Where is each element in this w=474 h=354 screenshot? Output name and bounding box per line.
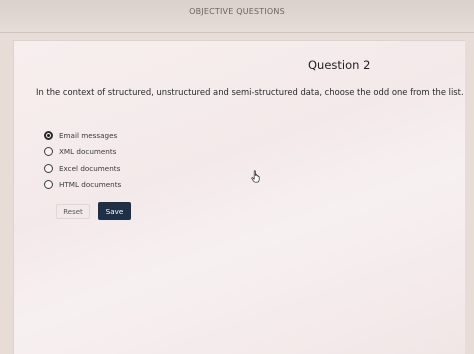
question-text: In the context of structured, unstructur… — [36, 87, 464, 97]
option-label: Email messages — [59, 130, 118, 140]
hand-pointer-icon — [251, 170, 260, 183]
answer-options: Email messages XML documents Excel docum… — [44, 127, 121, 193]
save-button[interactable]: Save — [98, 202, 131, 220]
option-xml-documents[interactable]: XML documents — [44, 144, 121, 161]
radio-button[interactable] — [44, 147, 53, 157]
reset-button[interactable]: Reset — [56, 204, 90, 219]
option-label: HTML documents — [59, 180, 122, 190]
top-bar: OBJECTIVE QUESTIONS — [0, 0, 474, 33]
option-email-messages[interactable]: Email messages — [44, 127, 121, 144]
question-title: Question 2 — [308, 58, 371, 72]
page-header-title: OBJECTIVE QUESTIONS — [189, 7, 285, 16]
option-excel-documents[interactable]: Excel documents — [44, 160, 121, 177]
radio-button[interactable] — [44, 163, 53, 173]
radio-button-selected[interactable] — [44, 130, 53, 140]
option-label: XML documents — [59, 147, 117, 157]
radio-button[interactable] — [44, 180, 53, 190]
option-html-documents[interactable]: HTML documents — [44, 177, 121, 194]
option-label: Excel documents — [59, 163, 121, 173]
